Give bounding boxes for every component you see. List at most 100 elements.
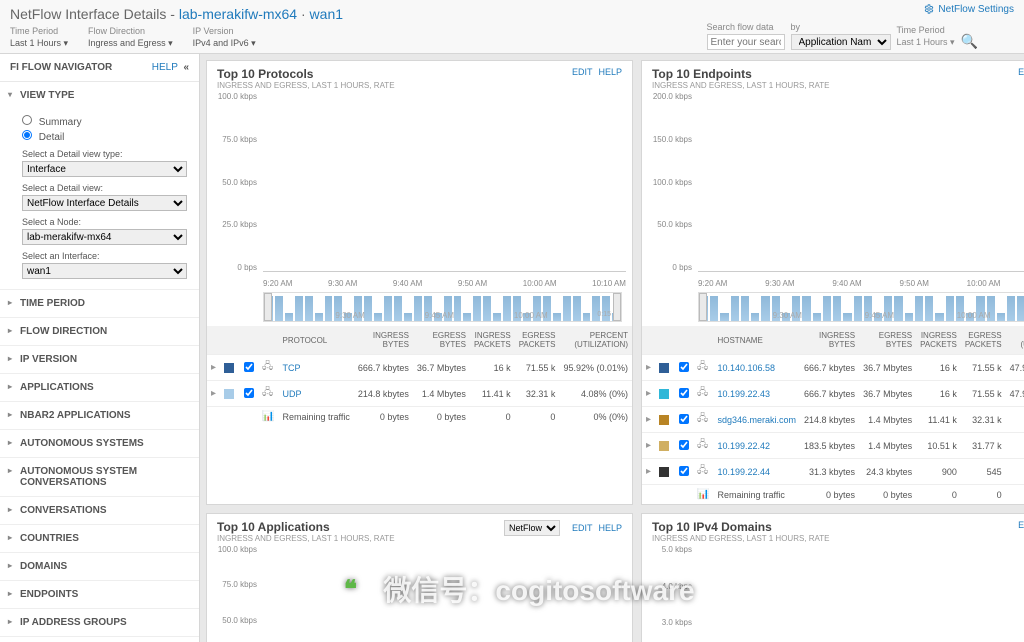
- label-detail-view: Select a Detail view:: [22, 183, 187, 193]
- iface-link[interactable]: wan1: [310, 6, 343, 22]
- section-endpoints[interactable]: ENDPOINTS: [0, 581, 199, 608]
- panel-title: Top 10 Endpoints: [652, 67, 830, 81]
- header-bar: NetFlow Interface Details - lab-merakifw…: [0, 0, 1024, 54]
- help-link[interactable]: HELP: [598, 523, 622, 533]
- edit-link[interactable]: EDIT: [1018, 520, 1024, 530]
- range-slider-protocols[interactable]: 9:30 AM9:45 AM10:00 AM0:15A: [263, 292, 622, 322]
- section-nbar2-applications[interactable]: NBAR2 APPLICATIONS: [0, 402, 199, 429]
- range-handle-left[interactable]: [264, 293, 272, 321]
- series-checkbox[interactable]: [244, 362, 254, 372]
- range-handle-right[interactable]: [613, 293, 621, 321]
- source-select[interactable]: NetFlow: [504, 520, 560, 536]
- panel-domains: Top 10 IPv4 DomainsINGRESS AND EGRESS, L…: [641, 513, 1024, 642]
- search-area: Search flow data by Application Name Tim…: [707, 22, 978, 50]
- device-link[interactable]: lab-merakifw-mx64: [179, 6, 297, 22]
- select-detail-view-type[interactable]: Interface: [22, 161, 187, 177]
- table-row[interactable]: 📊Remaining traffic0 bytes0 bytes000% (0%…: [642, 485, 1024, 505]
- series-checkbox[interactable]: [679, 414, 689, 424]
- table-row[interactable]: ▸🖧10.199.22.43666.7 kbytes36.7 Mbytes16 …: [642, 381, 1024, 407]
- section-flow-direction[interactable]: FLOW DIRECTION: [0, 318, 199, 345]
- search-input[interactable]: [707, 34, 785, 50]
- expand-icon[interactable]: ▸: [646, 362, 651, 373]
- section-ip-version[interactable]: IP VERSION: [0, 346, 199, 373]
- host-icon: 🖧: [697, 439, 708, 450]
- table-protocols: PROTOCOLINGRESSBYTESEGRESSBYTESINGRESSPA…: [207, 326, 632, 426]
- radio-detail[interactable]: Detail: [22, 130, 187, 143]
- label-node: Select a Node:: [22, 217, 187, 227]
- expand-icon[interactable]: ▸: [646, 388, 651, 399]
- help-link[interactable]: HELP: [598, 67, 622, 77]
- series-swatch: [659, 389, 669, 399]
- select-interface[interactable]: wan1: [22, 263, 187, 279]
- expand-icon[interactable]: ▸: [646, 414, 651, 425]
- nav-help-link[interactable]: HELP: [152, 62, 178, 73]
- expand-icon[interactable]: ▸: [211, 388, 216, 399]
- section-domains[interactable]: DOMAINS: [0, 553, 199, 580]
- table-row[interactable]: ▸🖧10.140.106.58666.7 kbytes36.7 Mbytes16…: [642, 355, 1024, 381]
- series-checkbox[interactable]: [244, 388, 254, 398]
- series-checkbox[interactable]: [679, 440, 689, 450]
- gear-icon: [924, 4, 934, 14]
- series-swatch: [659, 415, 669, 425]
- chart-domains: 5.0 kbps4.0 kbps3.0 kbps9:20 AM9:30 AM9:…: [642, 545, 1024, 642]
- series-swatch: [659, 363, 669, 373]
- section-countries[interactable]: COUNTRIES: [0, 525, 199, 552]
- row-link[interactable]: TCP: [282, 363, 300, 373]
- row-link[interactable]: 10.199.22.43: [717, 389, 770, 399]
- row-link[interactable]: sdg346.meraki.com: [717, 415, 796, 425]
- series-checkbox[interactable]: [679, 388, 689, 398]
- chart-applications: 100.0 kbps75.0 kbps50.0 kbps25.0 kbps0 b…: [207, 545, 632, 642]
- barchart-icon: 📊: [697, 489, 709, 500]
- expand-icon[interactable]: ▸: [646, 466, 651, 477]
- table-row[interactable]: ▸🖧10.199.22.42183.5 kbytes1.4 Mbytes10.5…: [642, 433, 1024, 459]
- table-row[interactable]: 📊Remaining traffic0 bytes0 bytes000% (0%…: [207, 407, 632, 427]
- row-link[interactable]: 10.199.22.42: [717, 441, 770, 451]
- search-icon[interactable]: 🔍: [961, 33, 978, 50]
- section-applications[interactable]: APPLICATIONS: [0, 374, 199, 401]
- chart-protocols: 100.0 kbps75.0 kbps50.0 kbps25.0 kbps0 b…: [207, 92, 632, 292]
- panel-subtitle: INGRESS AND EGRESS, LAST 1 HOURS, RATE: [217, 81, 395, 90]
- filter-time-period[interactable]: Time PeriodLast 1 Hours ▾: [10, 26, 68, 49]
- edit-link[interactable]: EDIT: [1018, 67, 1024, 77]
- row-link[interactable]: UDP: [282, 389, 301, 399]
- section-ip-address-groups[interactable]: IP ADDRESS GROUPS: [0, 609, 199, 636]
- expand-icon[interactable]: ▸: [211, 362, 216, 373]
- section-time-period[interactable]: TIME PERIOD: [0, 290, 199, 317]
- page-title: NetFlow Interface Details - lab-merakifw…: [10, 6, 1014, 22]
- range-slider-endpoints[interactable]: 9:30 AM9:45 AM10:00 AM0:15A: [698, 292, 1024, 322]
- table-row[interactable]: ▸🖧10.199.22.4431.3 kbytes24.3 kbytes9005…: [642, 459, 1024, 485]
- edit-link[interactable]: EDIT: [572, 523, 593, 533]
- search-by-select[interactable]: Application Name: [791, 34, 891, 50]
- section-view-type[interactable]: VIEW TYPE: [0, 82, 199, 109]
- section-autonomous-systems[interactable]: AUTONOMOUS SYSTEMS: [0, 430, 199, 457]
- panel-subtitle: INGRESS AND EGRESS, LAST 1 HOURS, RATE: [217, 534, 395, 543]
- row-link[interactable]: 10.140.106.58: [717, 363, 775, 373]
- filter-ip-version[interactable]: IP VersionIPv4 and IPv6 ▾: [193, 26, 256, 49]
- host-icon: 🖧: [262, 387, 273, 398]
- table-row[interactable]: ▸🖧TCP666.7 kbytes36.7 Mbytes16 k71.55 k9…: [207, 355, 632, 381]
- table-endpoints: HOSTNAMEINGRESSBYTESEGRESSBYTESINGRESSPA…: [642, 326, 1024, 504]
- host-icon: 🖧: [262, 361, 273, 372]
- edit-link[interactable]: EDIT: [572, 67, 593, 77]
- search-time-label: Time Period: [897, 25, 955, 35]
- flow-navigator: FI FLOW NAVIGATOR HELP « VIEW TYPE Summa…: [0, 54, 200, 642]
- panel-endpoints: Top 10 EndpointsINGRESS AND EGRESS, LAST…: [641, 60, 1024, 505]
- range-handle-left[interactable]: [699, 293, 707, 321]
- section-autonomous-system-conversations[interactable]: AUTONOMOUS SYSTEM CONVERSATIONS: [0, 458, 199, 496]
- expand-icon[interactable]: ▸: [646, 440, 651, 451]
- series-checkbox[interactable]: [679, 466, 689, 476]
- table-row[interactable]: ▸🖧UDP214.8 kbytes1.4 Mbytes11.41 k32.31 …: [207, 381, 632, 407]
- nav-title: FI FLOW NAVIGATOR: [10, 62, 112, 73]
- row-link[interactable]: 10.199.22.44: [717, 467, 770, 477]
- search-time-value[interactable]: Last 1 Hours ▾: [897, 37, 955, 48]
- series-swatch: [659, 467, 669, 477]
- table-row[interactable]: ▸🖧sdg346.meraki.com214.8 kbytes1.4 Mbyte…: [642, 407, 1024, 433]
- radio-summary[interactable]: Summary: [22, 115, 187, 128]
- netflow-settings-link[interactable]: NetFlow Settings: [924, 4, 1014, 15]
- collapse-icon[interactable]: «: [183, 62, 189, 73]
- select-detail-view[interactable]: NetFlow Interface Details: [22, 195, 187, 211]
- filter-flow-direction[interactable]: Flow DirectionIngress and Egress ▾: [88, 26, 173, 49]
- section-conversations[interactable]: CONVERSATIONS: [0, 497, 199, 524]
- select-node[interactable]: lab-merakifw-mx64: [22, 229, 187, 245]
- series-checkbox[interactable]: [679, 362, 689, 372]
